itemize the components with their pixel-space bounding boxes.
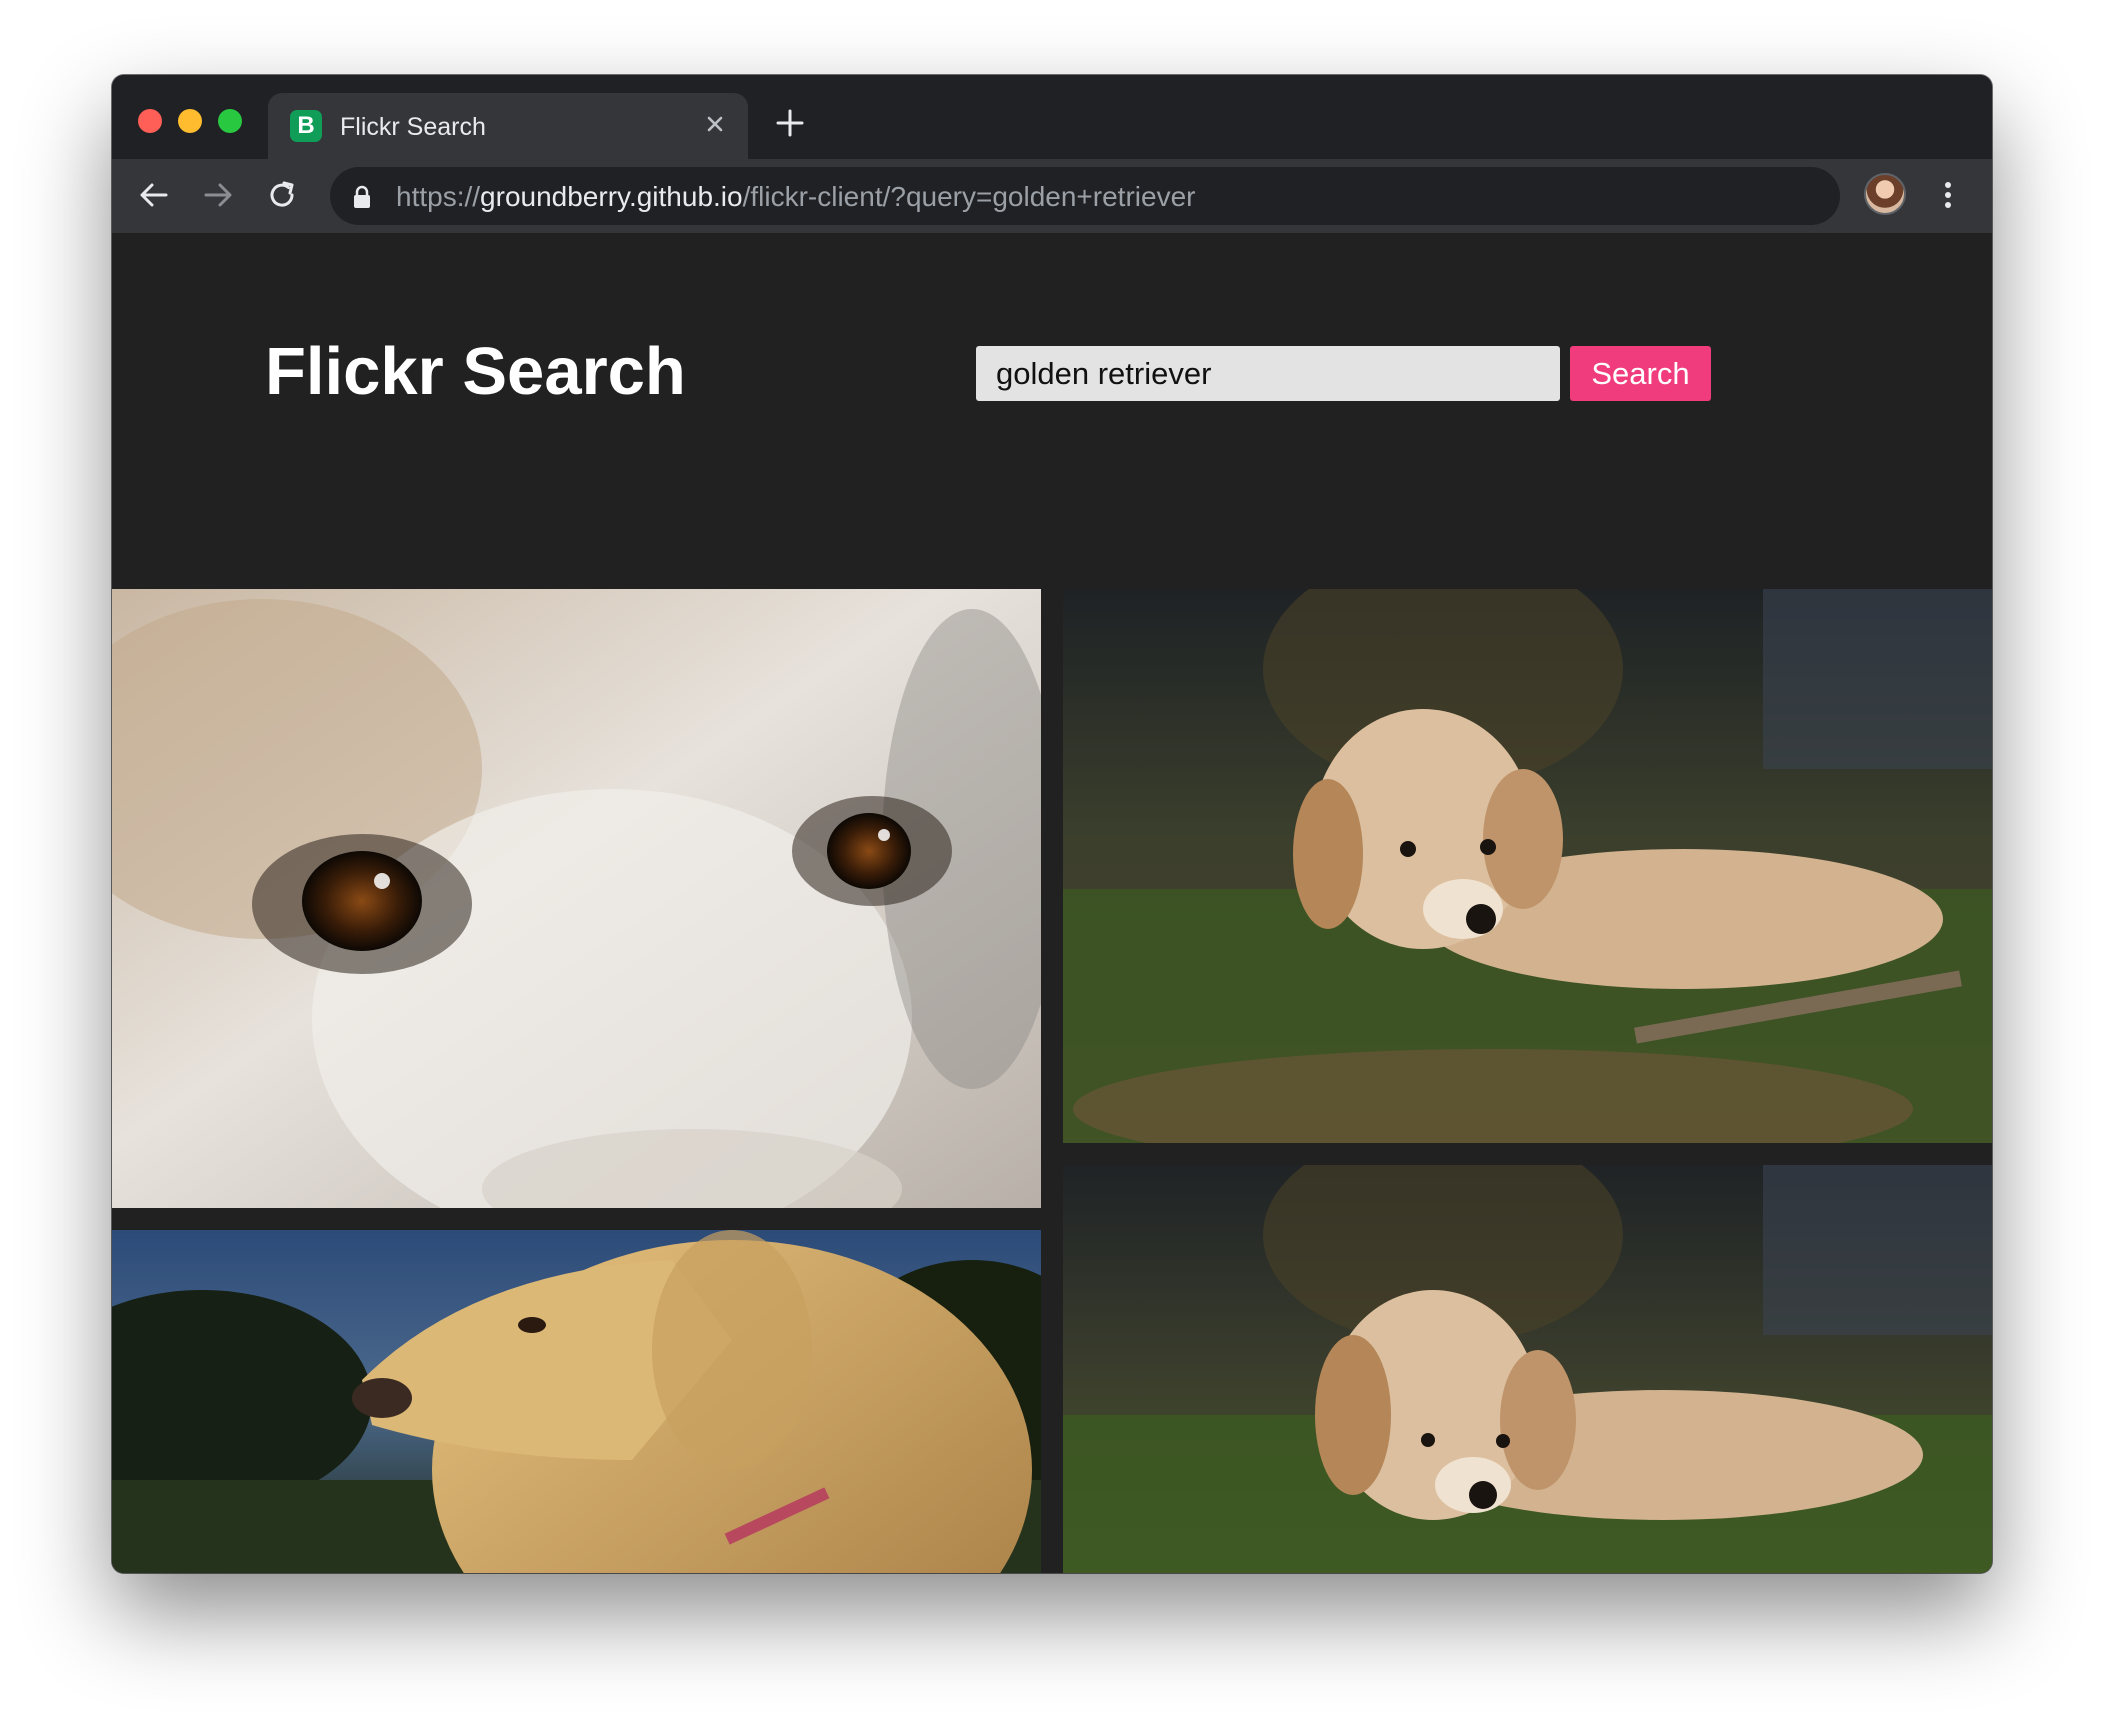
photo-thumbnail[interactable] [112, 589, 1041, 1208]
search-input[interactable] [976, 346, 1560, 401]
close-icon[interactable] [700, 109, 730, 139]
photo-thumbnail[interactable] [1063, 1165, 1992, 1573]
browser-toolbar: https://groundberry.github.io/flickr-cli… [112, 159, 1992, 233]
profile-avatar[interactable] [1864, 173, 1906, 215]
more-vert-icon[interactable] [1936, 175, 1960, 215]
lock-icon [352, 185, 372, 209]
back-arrow-icon[interactable] [132, 173, 176, 217]
page-title: Flickr Search [265, 334, 686, 409]
tab-title: Flickr Search [340, 113, 486, 141]
url-path: /flickr-client/?query=golden+retriever [742, 181, 1196, 212]
close-window-button[interactable] [138, 109, 162, 133]
forward-arrow-icon[interactable] [196, 173, 240, 217]
url-scheme: https:// [396, 181, 481, 212]
photo-thumbnail[interactable] [1063, 589, 1992, 1143]
address-bar[interactable]: https://groundberry.github.io/flickr-cli… [330, 167, 1840, 225]
reload-icon[interactable] [260, 173, 304, 217]
plus-icon[interactable] [772, 105, 808, 141]
maximize-window-button[interactable] [218, 109, 242, 133]
photo-thumbnail[interactable] [112, 1230, 1041, 1573]
tab-strip: B Flickr Search [112, 75, 1992, 159]
minimize-window-button[interactable] [178, 109, 202, 133]
url-text: https://groundberry.github.io/flickr-cli… [396, 181, 1195, 213]
favicon-icon: B [290, 110, 322, 142]
page-content: Flickr Search Search [112, 233, 1992, 1573]
browser-window: B Flickr Search https://groundberry.gith… [112, 75, 1992, 1573]
tab-flickr-search[interactable]: B Flickr Search [268, 93, 748, 159]
search-button[interactable]: Search [1570, 346, 1711, 401]
url-host: groundberry.github.io [480, 181, 743, 212]
